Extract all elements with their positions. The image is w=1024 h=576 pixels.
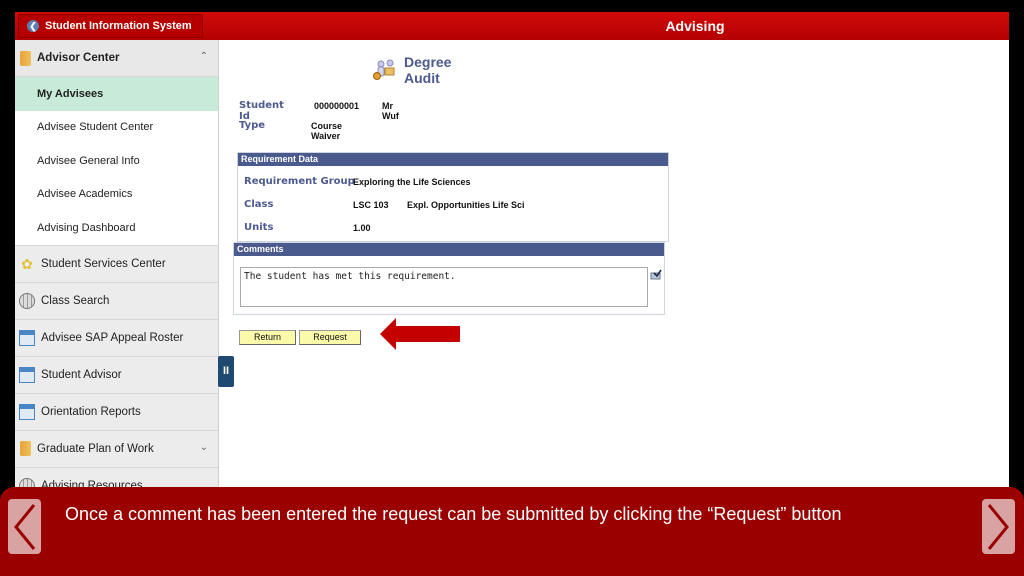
page-heading: Degree Audit	[404, 54, 452, 86]
app-window: ❮ Student Information System Advising Ad…	[15, 12, 1009, 490]
globe-icon	[19, 292, 35, 309]
spell-check-icon[interactable]	[650, 267, 662, 280]
sidebar-group-advisor-center[interactable]: Advisor Center ⌃	[15, 40, 218, 77]
sidebar-item-advising-dashboard[interactable]: Advising Dashboard	[15, 211, 218, 246]
sidebar-group-graduate-plan-of-work[interactable]: Graduate Plan of Work ⌄	[15, 430, 218, 468]
collapse-sidebar-handle[interactable]: II	[218, 356, 234, 387]
chevron-right-icon	[987, 504, 1009, 550]
window-icon	[19, 366, 35, 383]
sidebar-item-label: Student Advisor	[41, 368, 122, 381]
requirement-data-header: Requirement Data	[238, 153, 668, 166]
sidebar-item-label: Advisee General Info	[37, 154, 140, 167]
lightbulb-icon: ✿	[21, 255, 33, 272]
back-to-sis-label: Student Information System	[45, 20, 192, 32]
type-value: Course Waiver	[311, 121, 343, 141]
class-code-value: LSC 103	[353, 200, 389, 210]
sidebar-item-orientation-reports[interactable]: Orientation Reports	[15, 393, 218, 431]
return-button[interactable]: Return	[239, 330, 296, 345]
sidebar-item-student-services-center[interactable]: ✿ Student Services Center	[15, 245, 218, 283]
student-name-value: Mr Wuf	[382, 101, 399, 121]
sidebar: Advisor Center ⌃ My Advisees Advisee Stu…	[15, 40, 219, 490]
requirement-data-section: Requirement Data Requirement Group Explo…	[237, 152, 669, 242]
top-bar: ❮ Student Information System Advising	[15, 12, 1009, 40]
sidebar-item-label: Advisee Student Center	[37, 121, 154, 134]
sidebar-item-advisee-academics[interactable]: Advisee Academics	[15, 177, 218, 211]
requirement-group-label: Requirement Group	[244, 176, 355, 187]
sidebar-item-label: Advising Dashboard	[37, 221, 136, 234]
degree-audit-header: Degree Audit	[373, 54, 451, 86]
units-value: 1.00	[353, 223, 371, 233]
chevron-left-icon	[14, 504, 36, 550]
sidebar-item-my-advisees[interactable]: My Advisees	[15, 77, 218, 111]
sidebar-item-student-advisor[interactable]: Student Advisor	[15, 356, 218, 394]
sidebar-item-label: Advisee Academics	[37, 188, 133, 201]
units-label: Units	[244, 222, 274, 233]
requirement-group-value: Exploring the Life Sciences	[353, 177, 471, 187]
page-title: Advising	[665, 18, 725, 34]
sidebar-item-label: Orientation Reports	[41, 405, 141, 418]
folder-icon	[20, 50, 31, 66]
sidebar-item-class-search[interactable]: Class Search	[15, 282, 218, 320]
chevron-up-icon: ⌃	[199, 51, 208, 62]
sidebar-item-label: Class Search	[41, 294, 110, 307]
back-to-sis-button[interactable]: ❮ Student Information System	[18, 14, 203, 38]
caption-text: Once a comment has been entered the requ…	[65, 504, 842, 524]
request-button[interactable]: Request	[299, 330, 361, 345]
class-description-value: Expl. Opportunities Life Sci	[407, 200, 525, 210]
sidebar-item-advisee-student-center[interactable]: Advisee Student Center	[15, 110, 218, 144]
sidebar-group-label: Graduate Plan of Work	[37, 442, 154, 455]
comments-textarea[interactable]: The student has met this requirement.	[240, 267, 648, 307]
next-slide-button[interactable]	[982, 499, 1015, 554]
class-label: Class	[244, 199, 274, 210]
folder-icon	[20, 441, 31, 456]
tutorial-caption-bar: Once a comment has been entered the requ…	[0, 487, 1024, 576]
window-icon	[19, 403, 35, 420]
window-icon	[19, 329, 35, 346]
type-label: Type	[239, 120, 266, 131]
sidebar-item-advisee-general-info[interactable]: Advisee General Info	[15, 144, 218, 178]
people-box-icon	[373, 59, 397, 81]
sidebar-group-label: Advisor Center	[37, 52, 120, 64]
sidebar-item-advisee-sap-appeal-roster[interactable]: Advisee SAP Appeal Roster	[15, 319, 218, 357]
student-id-value: 000000001	[314, 101, 360, 111]
sidebar-item-label: Advisee SAP Appeal Roster	[41, 331, 184, 344]
pointer-arrow-icon	[380, 318, 460, 350]
chevron-down-icon: ⌄	[199, 441, 208, 453]
student-id-label: Student Id	[239, 100, 284, 122]
sidebar-item-label: Student Services Center	[41, 257, 166, 270]
sidebar-item-label: My Advisees	[37, 87, 104, 100]
comments-header: Comments	[234, 243, 664, 256]
comments-section: Comments The student has met this requir…	[233, 242, 665, 315]
previous-slide-button[interactable]	[8, 499, 41, 554]
chevron-left-icon: ❮	[27, 20, 39, 32]
